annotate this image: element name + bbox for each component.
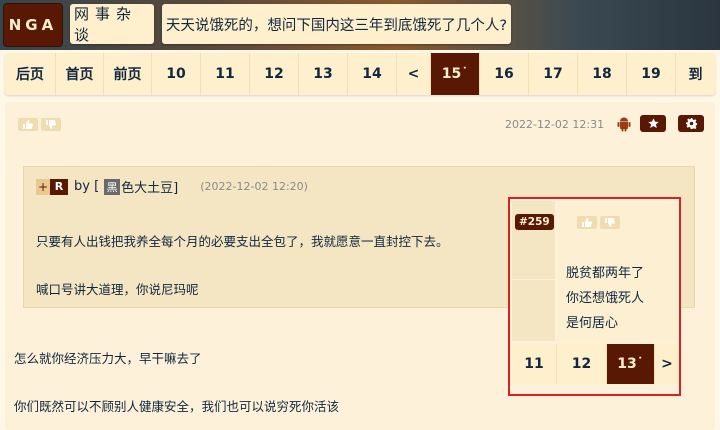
quote-by-label: by [ (74, 179, 100, 194)
plus-label: + (36, 178, 50, 195)
post-votes (18, 118, 61, 131)
reply-preview-popup: #259 脱贫都两年了 你还想饿死人 是何居心 11 12 13˙ > (508, 197, 681, 396)
star-icon[interactable] (640, 115, 666, 132)
quote-text-line: 只要有人出钱把我养全每个月的必要支出全包了，我就愿意一直封控下去。 (36, 234, 449, 249)
page-link-current[interactable]: 15˙ (431, 53, 480, 95)
page-link[interactable]: 12 (250, 53, 299, 95)
site-logo[interactable]: NGA (4, 4, 62, 46)
breadcrumb-topic-title[interactable]: 天天说饿死的，想问下国内这三年到底饿死了几个人? (162, 4, 511, 44)
post-text-line: 怎么就你经济压力大，早干嘛去了 (14, 351, 202, 366)
popup-text-line: 你还想饿死人 (566, 291, 645, 306)
author-name-rest: 色大土豆] (121, 181, 179, 196)
page-link-goto[interactable]: 到 (676, 53, 715, 95)
reputation-badge[interactable]: + R (36, 178, 68, 195)
page-link-back[interactable]: 后页 (5, 53, 56, 95)
post-timestamp: 2022-12-02 12:31 (505, 118, 605, 131)
quote-text-line: 喊口号讲大道理，你说尼玛呢 (36, 282, 199, 297)
thumb-up-icon[interactable] (18, 118, 38, 131)
page-link[interactable]: 14 (348, 53, 397, 95)
popup-text-line: 脱贫都两年了 (566, 266, 645, 281)
popup-page-navigation: 11 12 13˙ > (512, 344, 679, 384)
page-link-first[interactable]: 首页 (56, 53, 104, 95)
thumb-down-icon[interactable] (41, 118, 61, 131)
page-link[interactable]: 17 (529, 53, 578, 95)
gear-icon[interactable] (678, 115, 704, 132)
page-link[interactable]: 11 (201, 53, 250, 95)
popup-page-link-current[interactable]: 13˙ (607, 344, 655, 384)
page-link[interactable]: 19 (627, 53, 676, 95)
page-link-prev[interactable]: 前页 (104, 53, 152, 95)
quote-author-link[interactable]: 黑色大土豆] (103, 177, 178, 196)
popup-text-line: 是何居心 (566, 316, 619, 331)
page-link[interactable]: 13 (299, 53, 348, 95)
author-avatar-char: 黑 (104, 178, 121, 195)
page-link-prev-arrow[interactable]: < (397, 53, 431, 95)
thumb-up-icon[interactable] (577, 216, 597, 229)
post-text-line: 你们既然可以不顾别人健康安全，我们也可以说穷死你活该 (14, 399, 340, 414)
popup-page-next[interactable]: > (655, 344, 679, 384)
quote-header: + R by [ 黑色大土豆] (2022-12-02 12:20) (36, 177, 308, 196)
thumb-down-icon[interactable] (600, 216, 620, 229)
breadcrumb-forum[interactable]: 网事杂谈 (70, 4, 154, 44)
popup-page-link[interactable]: 12 (557, 344, 607, 384)
floor-number-badge[interactable]: #259 (515, 214, 554, 230)
page-link[interactable]: 16 (480, 53, 529, 95)
popup-votes (577, 216, 620, 229)
popup-page-link[interactable]: 11 (512, 344, 557, 384)
popup-body: 脱贫都两年了 你还想饿死人 是何居心 (557, 201, 677, 341)
quote-timestamp: (2022-12-02 12:20) (200, 180, 308, 193)
page-link[interactable]: 18 (578, 53, 627, 95)
android-icon (617, 116, 631, 132)
page-link[interactable]: 10 (152, 53, 201, 95)
popup-divider (512, 279, 555, 280)
page-navigation: 后页 首页 前页 10 11 12 13 14 < 15˙ 16 17 18 1… (5, 53, 715, 95)
rep-label: R (50, 178, 68, 195)
